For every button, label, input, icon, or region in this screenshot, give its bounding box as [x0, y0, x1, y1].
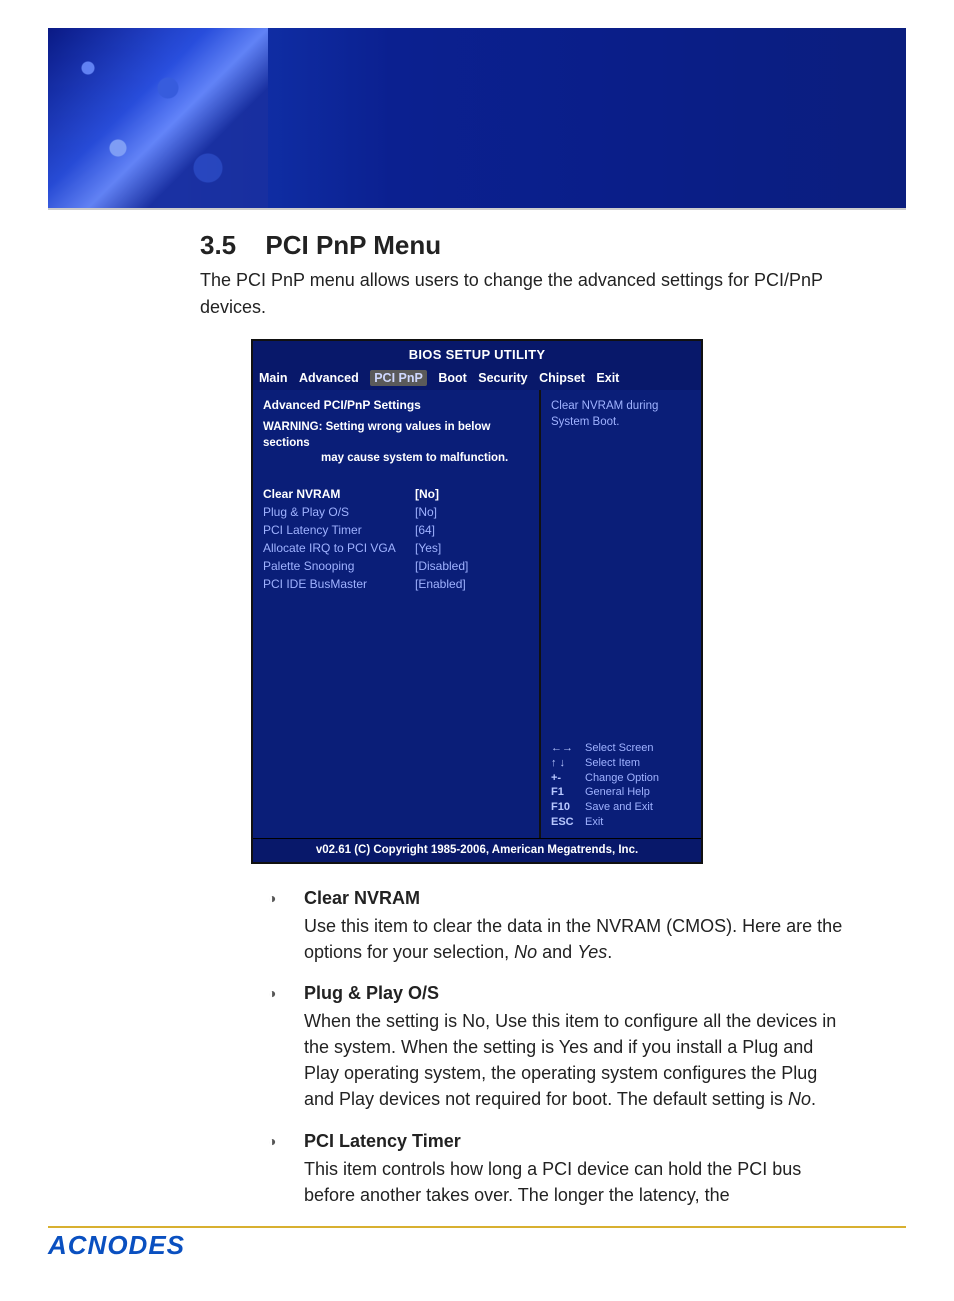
key-desc: Select Screen: [585, 741, 653, 756]
bios-screenshot: BIOS SETUP UTILITY Main Advanced PCI PnP…: [251, 339, 703, 864]
bios-footer: v02.61 (C) Copyright 1985-2006, American…: [253, 838, 701, 862]
key: +-: [551, 771, 585, 786]
setting-label: Allocate IRQ to PCI VGA: [263, 539, 415, 557]
setting-label: PCI Latency Timer: [263, 521, 415, 539]
section-title: PCI PnP Menu: [265, 230, 441, 260]
bios-tab-boot[interactable]: Boot: [438, 371, 466, 385]
key-row: +-Change Option: [551, 771, 693, 786]
key-desc: Change Option: [585, 771, 659, 786]
setting-value: [Enabled]: [415, 575, 466, 593]
bios-tab-chipset[interactable]: Chipset: [539, 371, 585, 385]
setting-plug-play-os[interactable]: Plug & Play O/S [No]: [263, 503, 531, 521]
option-plug-play-os: ◑ Plug & Play O/S When the setting is No…: [268, 983, 846, 1112]
key-desc: Exit: [585, 815, 603, 830]
bios-warning-line2: may cause system to malfunction.: [263, 452, 508, 464]
option-desc: Use this item to clear the data in the N…: [304, 913, 846, 965]
setting-value: [No]: [415, 485, 439, 503]
bullet-icon: ◑: [268, 890, 282, 904]
bullet-icon: ◑: [268, 1133, 282, 1147]
bios-subheading: Advanced PCI/PnP Settings: [263, 398, 531, 412]
document-page: 3.5 PCI PnP Menu The PCI PnP menu allows…: [0, 28, 954, 1301]
key-row: ←→Select Screen: [551, 741, 693, 756]
option-desc: When the setting is No, Use this item to…: [304, 1008, 846, 1112]
key: ↑ ↓: [551, 756, 585, 771]
option-clear-nvram: ◑ Clear NVRAM Use this item to clear the…: [268, 888, 846, 965]
bullet-icon: ◑: [268, 985, 282, 999]
setting-label: Plug & Play O/S: [263, 503, 415, 521]
key: ESC: [551, 815, 585, 830]
option-title: Plug & Play O/S: [304, 983, 846, 1004]
key: ←→: [551, 741, 585, 756]
setting-label: Clear NVRAM: [263, 485, 415, 503]
setting-pci-latency[interactable]: PCI Latency Timer [64]: [263, 521, 531, 539]
bios-right-pane: Clear NVRAM during System Boot. ←→Select…: [539, 390, 701, 838]
setting-clear-nvram[interactable]: Clear NVRAM [No]: [263, 485, 531, 503]
key-desc: General Help: [585, 785, 650, 800]
setting-value: [No]: [415, 503, 437, 521]
setting-palette-snooping[interactable]: Palette Snooping [Disabled]: [263, 557, 531, 575]
key-row: F10Save and Exit: [551, 800, 693, 815]
option-pci-latency-timer: ◑ PCI Latency Timer This item controls h…: [268, 1131, 846, 1208]
bios-title: BIOS SETUP UTILITY: [253, 341, 701, 366]
bios-tab-advanced[interactable]: Advanced: [299, 371, 359, 385]
option-title: Clear NVRAM: [304, 888, 846, 909]
bios-tab-security[interactable]: Security: [478, 371, 527, 385]
setting-label: PCI IDE BusMaster: [263, 575, 415, 593]
setting-value: [64]: [415, 521, 435, 539]
key-row: ESCExit: [551, 815, 693, 830]
setting-value: [Disabled]: [415, 557, 468, 575]
header-banner-image: [48, 28, 906, 210]
bios-tab-bar: Main Advanced PCI PnP Boot Security Chip…: [253, 366, 701, 390]
option-desc: This item controls how long a PCI device…: [304, 1156, 846, 1208]
bios-tab-pcipnp[interactable]: PCI PnP: [370, 370, 427, 386]
key: F10: [551, 800, 585, 815]
bios-body: Advanced PCI/PnP Settings WARNING: Setti…: [253, 390, 701, 838]
key-desc: Select Item: [585, 756, 640, 771]
bios-key-help: ←→Select Screen ↑ ↓Select Item +-Change …: [551, 741, 693, 830]
setting-value: [Yes]: [415, 539, 441, 557]
setting-pci-ide-busmaster[interactable]: PCI IDE BusMaster [Enabled]: [263, 575, 531, 593]
setting-label: Palette Snooping: [263, 557, 415, 575]
key: F1: [551, 785, 585, 800]
bios-warning-line1: WARNING: Setting wrong values in below s…: [263, 421, 490, 449]
bios-left-pane: Advanced PCI/PnP Settings WARNING: Setti…: [253, 390, 539, 838]
brand-logo: ACNODES: [48, 1230, 954, 1261]
bios-item-help: Clear NVRAM during System Boot.: [551, 398, 693, 430]
option-descriptions: ◑ Clear NVRAM Use this item to clear the…: [268, 888, 846, 1208]
bios-tab-main[interactable]: Main: [259, 371, 287, 385]
section-intro: The PCI PnP menu allows users to change …: [200, 267, 834, 321]
bios-tab-exit[interactable]: Exit: [596, 371, 619, 385]
key-row: F1General Help: [551, 785, 693, 800]
option-title: PCI Latency Timer: [304, 1131, 846, 1152]
footer-divider: [48, 1226, 906, 1228]
key-row: ↑ ↓Select Item: [551, 756, 693, 771]
section-heading: 3.5 PCI PnP Menu: [200, 230, 906, 261]
section-number: 3.5: [200, 230, 236, 260]
key-desc: Save and Exit: [585, 800, 653, 815]
bios-warning: WARNING: Setting wrong values in below s…: [263, 420, 531, 467]
setting-allocate-irq[interactable]: Allocate IRQ to PCI VGA [Yes]: [263, 539, 531, 557]
